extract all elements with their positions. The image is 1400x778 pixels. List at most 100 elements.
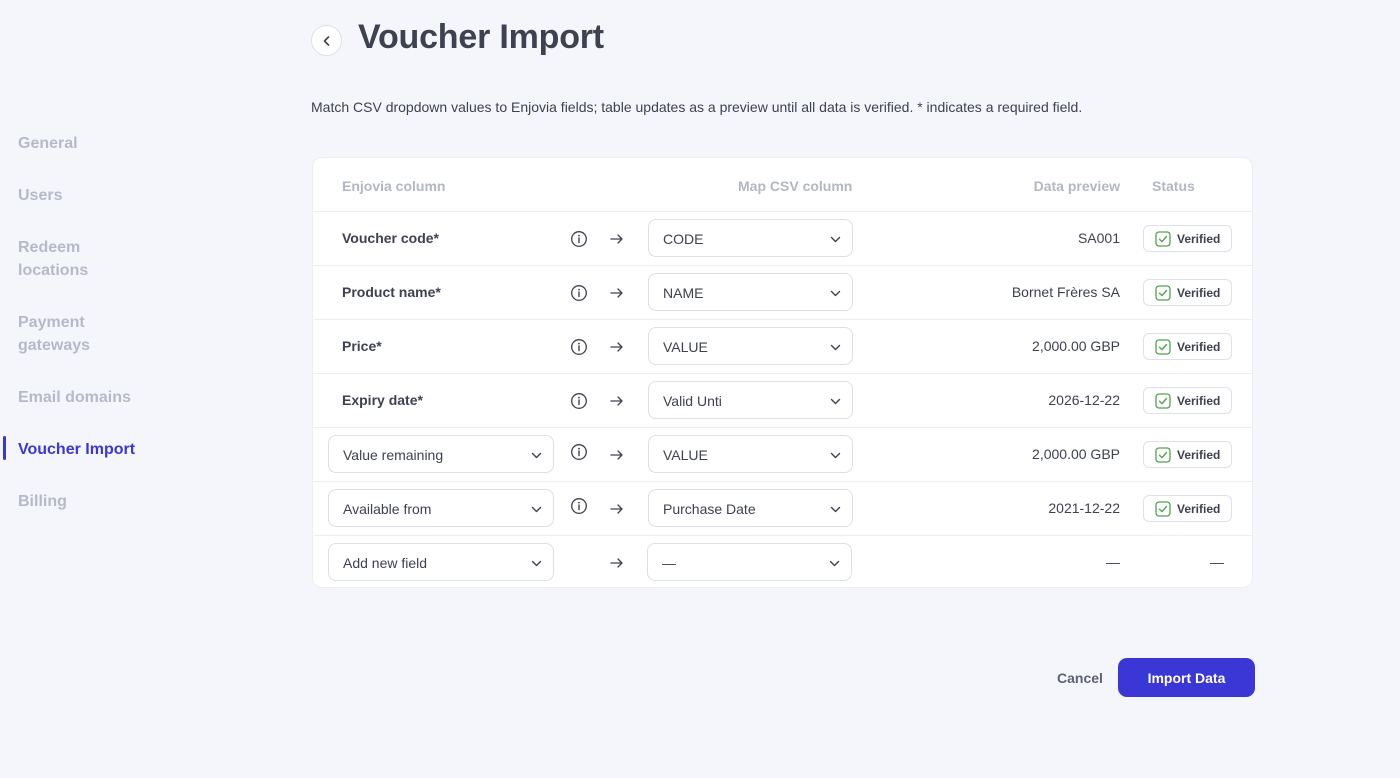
add-new-field-select[interactable]: Add new field (328, 543, 554, 581)
sidebar-item-general[interactable]: General (18, 132, 218, 155)
csv-column-select[interactable]: CODE (648, 219, 853, 257)
enjovia-field-value: Add new field (343, 555, 428, 571)
check-square-icon (1155, 501, 1171, 517)
table-row: Price* VALUE 2,000.00 GBP Verified (313, 319, 1252, 373)
chevron-down-icon (830, 452, 841, 459)
sidebar-item-users[interactable]: Users (18, 184, 218, 207)
arrow-right-icon (610, 396, 623, 406)
table-row: Expiry date* Valid Unti 2026-12-22 Verif… (313, 373, 1252, 427)
sidebar-active-indicator (3, 436, 6, 460)
arrow-right-icon (610, 558, 623, 568)
chevron-down-icon (531, 452, 542, 459)
data-preview-value: SA001 (1077, 230, 1120, 246)
csv-column-value: VALUE (663, 339, 708, 355)
sidebar-item-voucher-import[interactable]: Voucher Import (18, 438, 218, 461)
arrow-right-icon (610, 342, 623, 352)
csv-column-select[interactable]: — (647, 543, 852, 581)
status-badge: Verified (1143, 279, 1232, 306)
csv-column-value: — (662, 555, 676, 571)
info-icon[interactable] (570, 230, 588, 248)
info-icon[interactable] (570, 497, 588, 515)
sidebar-item-billing[interactable]: Billing (18, 490, 218, 513)
data-preview-value: Bornet Frères SA (1011, 284, 1120, 300)
field-name: Price* (342, 338, 382, 354)
column-header-map-csv: Map CSV column (738, 178, 853, 194)
csv-column-select[interactable]: Purchase Date (648, 489, 853, 527)
status-badge: Verified (1143, 333, 1232, 360)
status-text: Verified (1177, 502, 1221, 516)
sidebar-item-redeem-locations[interactable]: Redeem locations (18, 236, 218, 282)
csv-column-select[interactable]: VALUE (648, 327, 853, 365)
data-preview-value: 2,000.00 GBP (1032, 338, 1120, 354)
mapping-table: Enjovia column Map CSV column Data previ… (312, 157, 1253, 588)
chevron-down-icon (829, 560, 840, 567)
chevron-down-icon (830, 398, 841, 405)
info-icon[interactable] (570, 338, 588, 356)
table-row: Product name* NAME Bornet Frères SA Veri… (313, 265, 1252, 319)
csv-column-select[interactable]: NAME (648, 273, 853, 311)
check-square-icon (1155, 285, 1171, 301)
table-row: Value remaining VALUE 2,000.00 GBP Verif… (313, 427, 1252, 481)
chevron-down-icon (830, 236, 841, 243)
status-badge: Verified (1143, 225, 1232, 252)
arrow-right-icon (610, 504, 623, 514)
sidebar-item-payment-gateways[interactable]: Payment gateways (18, 311, 218, 357)
csv-column-value: VALUE (663, 447, 708, 463)
chevron-down-icon (531, 506, 542, 513)
import-data-button[interactable]: Import Data (1118, 658, 1255, 697)
data-preview-value: 2026-12-22 (1048, 392, 1120, 408)
chevron-left-icon (323, 35, 329, 46)
info-icon[interactable] (570, 284, 588, 302)
csv-column-select[interactable]: VALUE (648, 435, 853, 473)
field-name: Expiry date* (342, 392, 423, 408)
chevron-down-icon (531, 560, 542, 567)
csv-column-value: CODE (663, 231, 704, 247)
table-row: Add new field — — — (313, 535, 1252, 589)
sidebar: General Users Redeem locations Payment g… (0, 0, 290, 778)
arrow-right-icon (610, 450, 623, 460)
enjovia-field-select[interactable]: Value remaining (328, 435, 554, 473)
check-square-icon (1155, 339, 1171, 355)
chevron-down-icon (830, 506, 841, 513)
page-description: Match CSV dropdown values to Enjovia fie… (311, 99, 1083, 115)
status-text: Verified (1177, 286, 1221, 300)
table-row: Voucher code* CODE SA001 Verified (313, 211, 1252, 265)
status-badge: Verified (1143, 387, 1232, 414)
csv-column-value: Purchase Date (663, 501, 756, 517)
status-text: Verified (1177, 232, 1221, 246)
info-icon[interactable] (570, 392, 588, 410)
status-text: — (1210, 554, 1224, 570)
column-header-data-preview: Data preview (1033, 178, 1120, 194)
status-badge: Verified (1143, 441, 1232, 468)
sidebar-item-email-domains[interactable]: Email domains (18, 386, 218, 409)
enjovia-field-value: Value remaining (343, 447, 444, 463)
cancel-button[interactable]: Cancel (1045, 660, 1115, 696)
status-text: Verified (1177, 448, 1221, 462)
data-preview-value: — (1106, 554, 1120, 570)
info-icon[interactable] (570, 443, 588, 461)
arrow-right-icon (610, 234, 623, 244)
data-preview-value: 2021-12-22 (1048, 500, 1120, 516)
back-button[interactable] (311, 25, 342, 56)
field-name: Product name* (342, 284, 441, 300)
chevron-down-icon (830, 290, 841, 297)
status-text: Verified (1177, 340, 1221, 354)
status-text: Verified (1177, 394, 1221, 408)
column-header-status: Status (1152, 178, 1195, 194)
enjovia-field-value: Available from (343, 501, 432, 517)
arrow-right-icon (610, 288, 623, 298)
field-name: Voucher code* (342, 230, 439, 246)
csv-column-select[interactable]: Valid Unti (648, 381, 853, 419)
table-row: Available from Purchase Date 2021-12-22 … (313, 481, 1252, 535)
column-header-enjovia: Enjovia column (342, 178, 446, 194)
check-square-icon (1155, 231, 1171, 247)
status-badge: Verified (1143, 495, 1232, 522)
enjovia-field-select[interactable]: Available from (328, 489, 554, 527)
csv-column-value: NAME (663, 285, 704, 301)
chevron-down-icon (830, 344, 841, 351)
page-title: Voucher Import (358, 18, 604, 56)
csv-column-value: Valid Unti (663, 393, 722, 409)
check-square-icon (1155, 447, 1171, 463)
data-preview-value: 2,000.00 GBP (1032, 446, 1120, 462)
check-square-icon (1155, 393, 1171, 409)
